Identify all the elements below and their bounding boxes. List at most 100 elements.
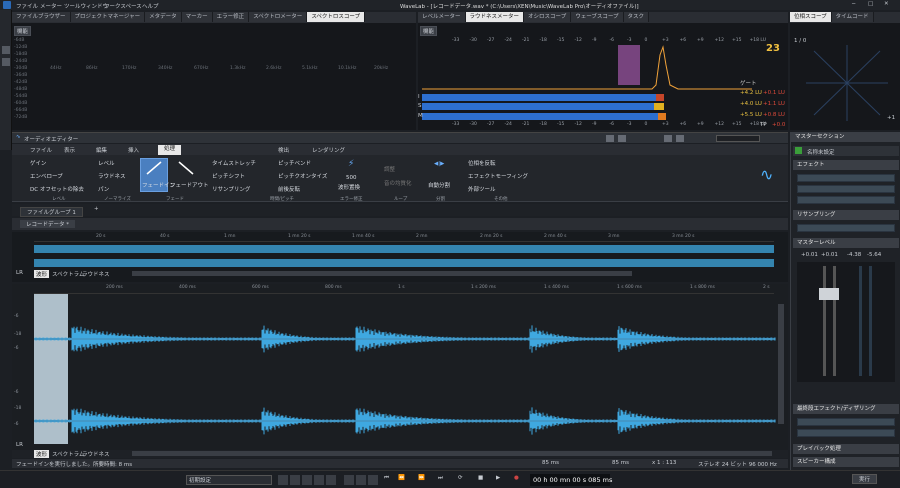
close-button[interactable]: ✕ (884, 1, 889, 7)
overview-scrollbar[interactable] (132, 271, 632, 276)
main-view-tab-spectrum[interactable]: スペクトラム (52, 450, 84, 458)
time-display[interactable]: 00 h 00 mn 00 s 085 ms (530, 474, 612, 486)
normalize-loudness-button[interactable]: ラウドネス (98, 172, 126, 180)
tab-metadata[interactable]: メタデータ (145, 12, 182, 22)
tab-project-manager[interactable]: プロジェクトマネージャー (70, 12, 146, 22)
ribbon-tab-edit[interactable]: 編集 (96, 146, 107, 154)
ribbon-tab-render[interactable]: レンダリング (312, 146, 345, 154)
redo-icon[interactable] (676, 135, 684, 142)
render-button[interactable]: 実行 (852, 474, 878, 484)
tab-spectroscope[interactable]: スペクトロスコープ (307, 12, 366, 22)
file-group-tab[interactable]: ファイルグループ 1 (20, 207, 83, 217)
tab-spectrometer[interactable]: スペクトロメーター (249, 12, 308, 22)
stop-icon[interactable]: ■ (478, 475, 483, 481)
tab-phase-scope[interactable]: 位相スコープ (790, 12, 832, 22)
menu-help[interactable]: ヘルプ (142, 2, 159, 10)
effect-slot[interactable] (797, 196, 895, 204)
tab-error-correction[interactable]: エラー修正 (212, 12, 250, 22)
main-view-tab-waveform[interactable]: 波形 (34, 450, 50, 458)
reverse-button[interactable]: 前後反転 (278, 185, 300, 193)
speaker-header[interactable]: スピーカー構成 (793, 457, 899, 467)
transport-button[interactable] (290, 475, 300, 485)
layout-icon[interactable] (2, 58, 10, 66)
tab-file-browser[interactable]: ファイルブラウザー (12, 12, 71, 22)
effects-header[interactable]: エフェクト (793, 160, 899, 170)
overview-view-tab-spectrum[interactable]: スペクトラム (52, 270, 84, 278)
master-preset[interactable]: 名称未設定 (793, 146, 899, 156)
fade-out-label[interactable]: フェードアウト (170, 181, 209, 189)
tab-wavescope[interactable]: ウェーブスコープ (571, 12, 624, 22)
resampling-header[interactable]: リサンプリング (793, 210, 899, 220)
pitch-shift-button[interactable]: ピッチシフト (212, 172, 245, 180)
goto-start-icon[interactable]: ⏮ (384, 475, 389, 482)
transport-preset-dropdown[interactable]: 初期設定 (186, 475, 272, 485)
maximize-button[interactable]: □ (868, 1, 873, 7)
save-icon[interactable] (618, 135, 626, 142)
grid-icon[interactable] (2, 46, 10, 54)
tab-timecode[interactable]: タイムコード (831, 12, 874, 22)
tab-marker[interactable]: マーカー (181, 12, 213, 22)
loudness-function-button[interactable]: 機能 (420, 26, 438, 36)
auto-split-icon[interactable]: ◀|▶ (434, 161, 444, 167)
rewind-button[interactable] (344, 475, 354, 485)
transport-button[interactable] (278, 475, 288, 485)
transport-button[interactable] (314, 475, 324, 485)
transport-button[interactable] (302, 475, 312, 485)
tab-loudness-meter[interactable]: ラウドネスメーター (465, 12, 525, 22)
next-icon[interactable]: ⏩ (418, 475, 425, 481)
spectro-function-button[interactable]: 機能 (14, 26, 32, 36)
fader-handle-right[interactable] (829, 288, 839, 300)
loop-homogenize-button[interactable]: 音の均質化 (384, 179, 412, 187)
prev-icon[interactable]: ⏪ (398, 475, 405, 481)
final-effect-slot[interactable] (797, 429, 895, 437)
main-scrollbar[interactable] (132, 451, 772, 456)
ribbon-tab-file[interactable]: ファイル (30, 146, 52, 154)
master-level-header[interactable]: マスターレベル (793, 238, 899, 248)
normalize-pan-button[interactable]: パン (98, 185, 109, 193)
goto-end-icon[interactable]: ⏭ (438, 475, 443, 482)
forward-button[interactable] (356, 475, 366, 485)
loop-adjust-button[interactable]: 調整 (384, 165, 395, 173)
playback-header[interactable]: プレイバック処理 (793, 444, 899, 454)
menu-meter[interactable]: メーター (40, 2, 62, 10)
normalize-level-button[interactable]: レベル (98, 159, 115, 167)
tab-task[interactable]: タスク (623, 12, 650, 22)
ribbon-tab-insert[interactable]: 挿入 (128, 146, 139, 154)
pitch-bend-button[interactable]: ピッチベンド (278, 159, 311, 167)
file-tab[interactable]: レコードデータ * (20, 220, 75, 228)
menu-toolwindow[interactable]: ツールウィンドウ (64, 2, 108, 10)
dc-offset-button[interactable]: DC オフセットの除去 (30, 185, 84, 193)
auto-split-button[interactable]: 自動分割 (428, 181, 450, 189)
ribbon-tab-detect[interactable]: 検出 (278, 146, 289, 154)
minimize-button[interactable]: ─ (852, 1, 855, 7)
main-view-tab-loudness[interactable]: ラウドネス (82, 450, 110, 458)
menu-file[interactable]: ファイル (16, 2, 38, 10)
overview-view-tab-loudness[interactable]: ラウドネス (82, 270, 110, 278)
menu-workspace[interactable]: ワークスペース (104, 2, 142, 10)
effect-slot[interactable] (797, 185, 895, 193)
power-icon[interactable] (795, 147, 802, 154)
pitch-quantize-button[interactable]: ピッチクオンタイズ (278, 172, 327, 180)
final-effects-header[interactable]: 最終段エフェクト/ディザリング (793, 404, 899, 414)
transport-button[interactable] (368, 475, 378, 485)
resampling-button[interactable]: リサンプリング (212, 185, 250, 193)
final-effect-slot[interactable] (797, 418, 895, 426)
search-dropdown[interactable] (716, 135, 760, 142)
ribbon-tab-process[interactable]: 処理 (158, 145, 182, 155)
effect-morphing-button[interactable]: エフェクトモーフィング (468, 172, 528, 180)
fader-handle-left[interactable] (819, 288, 829, 300)
open-folder-icon[interactable] (606, 135, 614, 142)
transport-button[interactable] (326, 475, 336, 485)
vertical-scrollbar[interactable] (778, 304, 784, 424)
play-icon[interactable]: ▶ (496, 475, 500, 481)
app-logo-icon[interactable] (3, 1, 11, 9)
ribbon-tab-view[interactable]: 表示 (64, 146, 75, 154)
gain-button[interactable]: ゲイン (30, 159, 46, 167)
resampling-slot[interactable] (797, 224, 895, 232)
effect-slot[interactable] (797, 174, 895, 182)
overview-view-tab-waveform[interactable]: 波形 (34, 270, 50, 278)
loop-icon[interactable]: ⟳ (458, 475, 463, 481)
tab-oscilloscope[interactable]: オシロスコープ (524, 12, 572, 22)
waveform-replace-button[interactable]: 波形置換 (338, 183, 360, 191)
time-stretch-button[interactable]: タイムストレッチ (212, 159, 256, 167)
